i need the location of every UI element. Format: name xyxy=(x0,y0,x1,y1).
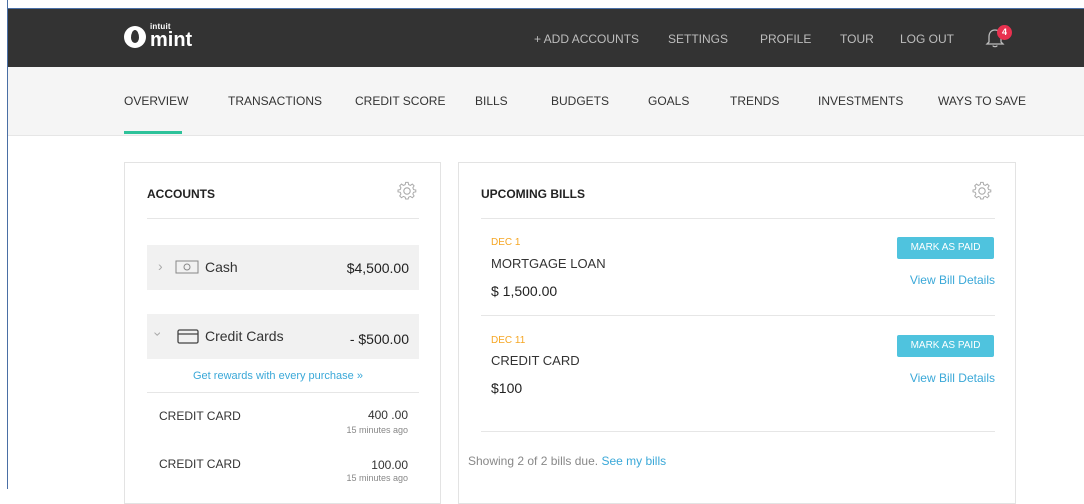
accounts-title: ACCOUNTS xyxy=(147,187,215,201)
active-tab-indicator xyxy=(124,131,182,134)
tab-credit-score[interactable]: CREDIT SCORE xyxy=(355,94,445,108)
chevron-right-icon: › xyxy=(158,258,163,274)
notification-badge[interactable]: 4 xyxy=(997,25,1012,40)
top-bar: intuit mint + ADD ACCOUNTS SETTINGS PROF… xyxy=(8,9,1084,67)
credit-card-item-time: 15 minutes ago xyxy=(346,473,408,483)
tab-budgets[interactable]: BUDGETS xyxy=(551,94,609,108)
bill-amount: $100 xyxy=(491,380,523,396)
see-my-bills-link[interactable]: See my bills xyxy=(601,454,666,468)
logo-mint-text: mint xyxy=(150,29,193,51)
view-bill-details-link[interactable]: View Bill Details xyxy=(910,273,995,287)
cash-label: Cash xyxy=(205,259,238,275)
bills-footer: Showing 2 of 2 bills due. See my bills xyxy=(468,454,666,468)
bill-amount: $ 1,500.00 xyxy=(491,283,558,299)
add-accounts-link[interactable]: + ADD ACCOUNTS xyxy=(534,32,639,46)
credit-card-icon xyxy=(177,329,199,344)
tour-link[interactable]: TOUR xyxy=(840,32,874,46)
profile-link[interactable]: PROFILE xyxy=(760,32,811,46)
sub-nav: OVERVIEW TRANSACTIONS CREDIT SCORE BILLS… xyxy=(8,67,1084,136)
mark-as-paid-button[interactable]: MARK AS PAID xyxy=(897,335,994,357)
credit-card-item-value: 100.00 xyxy=(371,458,408,472)
mint-drop-icon xyxy=(124,25,146,48)
tab-ways-to-save[interactable]: WAYS TO SAVE xyxy=(938,94,1026,108)
settings-link[interactable]: SETTINGS xyxy=(668,32,728,46)
chevron-down-icon: › xyxy=(150,331,167,337)
tab-goals[interactable]: GOALS xyxy=(648,94,689,108)
cash-icon xyxy=(175,260,199,274)
mark-as-paid-button[interactable]: MARK AS PAID xyxy=(897,237,994,259)
bill-date: DEC 11 xyxy=(491,335,526,346)
credit-cards-label: Credit Cards xyxy=(205,328,284,344)
credit-cards-amount: - $500.00 xyxy=(349,331,409,347)
bill-date: DEC 1 xyxy=(491,237,521,248)
credit-card-item-time: 15 minutes ago xyxy=(346,425,408,435)
rewards-divider xyxy=(147,392,419,393)
bill-name: MORTGAGE LOAN xyxy=(491,256,606,271)
accounts-settings-gear-icon[interactable] xyxy=(397,181,417,201)
bills-footer-divider xyxy=(481,431,995,432)
bills-title-divider xyxy=(481,218,995,219)
bills-settings-gear-icon[interactable] xyxy=(972,181,992,201)
cash-amount: $4,500.00 xyxy=(346,260,409,276)
tab-transactions[interactable]: TRANSACTIONS xyxy=(228,94,322,108)
window-frame-left xyxy=(0,0,8,489)
credit-card-item-name: CREDIT CARD xyxy=(159,409,241,423)
accounts-title-divider xyxy=(147,218,419,219)
bills-count-text: Showing 2 of 2 bills due. xyxy=(468,454,599,468)
mint-logo[interactable]: intuit mint xyxy=(124,23,192,50)
cash-account-row[interactable]: › Cash $4,500.00 xyxy=(147,245,419,290)
tab-trends[interactable]: TRENDS xyxy=(730,94,779,108)
accounts-panel: ACCOUNTS › Cash $4,500.00 › Credit Cards… xyxy=(124,162,441,504)
bill-name: CREDIT CARD xyxy=(491,353,580,368)
bill-divider xyxy=(481,315,995,316)
view-bill-details-link[interactable]: View Bill Details xyxy=(910,371,995,385)
window-frame-top xyxy=(0,0,1084,9)
upcoming-bills-panel: UPCOMING BILLS DEC 1 MORTGAGE LOAN $ 1,5… xyxy=(458,162,1016,504)
tab-bills[interactable]: BILLS xyxy=(475,94,508,108)
log-out-link[interactable]: LOG OUT xyxy=(900,32,954,46)
credit-cards-account-row[interactable]: › Credit Cards - $500.00 xyxy=(147,314,419,359)
tab-overview[interactable]: OVERVIEW xyxy=(124,94,188,108)
rewards-link[interactable]: Get rewards with every purchase » xyxy=(193,370,363,382)
upcoming-bills-title: UPCOMING BILLS xyxy=(481,187,585,201)
tab-investments[interactable]: INVESTMENTS xyxy=(818,94,903,108)
credit-card-item-value: 400 .00 xyxy=(367,408,408,422)
credit-card-item-name: CREDIT CARD xyxy=(159,457,241,471)
